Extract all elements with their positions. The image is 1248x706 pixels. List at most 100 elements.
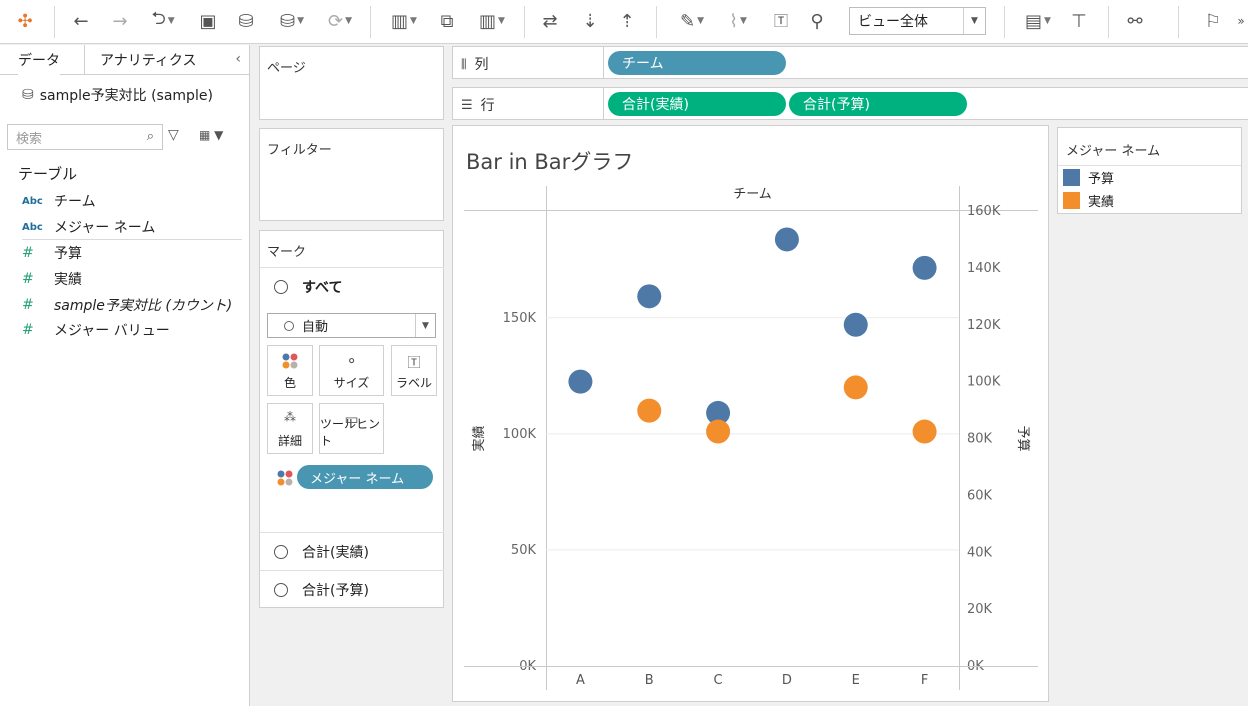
refresh-icon[interactable]: ⟳ ▼ <box>318 8 362 34</box>
section-title: テーブル <box>18 165 78 183</box>
rows-pill-budget[interactable]: 合計(予算) <box>789 92 967 116</box>
collapse-icon[interactable]: ‹ <box>235 51 241 67</box>
share-icon[interactable]: ⚯ <box>1122 8 1148 34</box>
chevron-down-icon: ▼ <box>963 8 985 34</box>
replay-icon[interactable]: ⮌ ▼ <box>143 8 183 34</box>
tab-data[interactable]: データ <box>18 45 60 75</box>
show-me-icon[interactable]: ⚐ <box>1200 8 1226 34</box>
field-measure[interactable]: # 予算 <box>22 242 82 264</box>
data-point <box>568 369 593 394</box>
field-measure[interactable]: # 実績 <box>22 268 82 290</box>
detail-icon: ⁂ <box>284 410 296 424</box>
view-fit-select[interactable]: ビュー全体 ▼ <box>849 7 986 35</box>
data-point <box>843 375 868 400</box>
field-measure[interactable]: # sample予実対比 (カウント) <box>22 294 232 316</box>
pin-icon[interactable]: ⚲ <box>804 8 830 34</box>
label-icon[interactable]: 🅃 <box>768 8 794 34</box>
color-pill[interactable]: メジャー ネーム <box>297 465 433 489</box>
list-view-icon[interactable]: ▦ ▼ <box>199 128 223 142</box>
highlight-icon[interactable]: ✎ ▼ <box>672 8 712 34</box>
rows-pill-actual[interactable]: 合計(実績) <box>608 92 786 116</box>
data-point <box>912 419 937 444</box>
filters-card[interactable]: フィルター <box>259 128 444 221</box>
label-icon: 🅃 <box>407 356 421 371</box>
circle-mark-icon <box>284 320 294 331</box>
columns-pill-team[interactable]: チーム <box>608 51 786 75</box>
pause-update-icon[interactable]: ⛁ ▼ <box>270 8 314 34</box>
datasource-item[interactable]: ⛁ sample予実対比 (sample) <box>22 85 213 105</box>
color-button[interactable]: 色 <box>267 345 313 396</box>
right-tick-label: 140K <box>967 261 1001 276</box>
marks-measure-row[interactable]: 合計(予算) <box>260 570 444 608</box>
undo-icon[interactable]: ← <box>68 8 94 34</box>
tooltip-icon: ▭ <box>344 410 359 428</box>
right-tick-label: 20K <box>967 602 993 617</box>
chart: チーム0K50K100K150K0K20K40K60K80K100K120K14… <box>464 186 1038 690</box>
chevron-down-icon: ▼ <box>415 314 435 337</box>
new-datasource-icon[interactable]: ⛁ <box>233 8 259 34</box>
x-tick-label: B <box>645 673 654 688</box>
presentation-icon[interactable]: ⊤ <box>1066 8 1092 34</box>
color-legend: メジャー ネーム 予算 実績 <box>1057 127 1242 214</box>
new-worksheet-icon[interactable]: ▥ ▼ <box>382 8 426 34</box>
legend-item-budget[interactable]: 予算 <box>1063 168 1114 187</box>
right-tick-label: 40K <box>967 545 993 560</box>
field-dimension[interactable]: Abc チーム <box>22 190 96 212</box>
x-tick-label: F <box>921 673 928 688</box>
left-tick-label: 100K <box>503 427 537 442</box>
tooltip-button[interactable]: ▭ ツールヒント <box>319 403 384 454</box>
data-point <box>843 312 868 337</box>
duplicate-icon[interactable]: ⧉ <box>434 8 460 34</box>
data-point <box>637 398 662 423</box>
sort-descending-icon[interactable]: ⇡ <box>614 8 640 34</box>
x-tick-label: A <box>576 673 585 688</box>
rows-shelf[interactable]: ☰ 行 合計(実績) 合計(予算) <box>452 87 1248 120</box>
column-header: チーム <box>733 187 772 202</box>
x-tick-label: D <box>782 673 792 688</box>
clear-sheet-icon[interactable]: ▥ ▼ <box>470 8 514 34</box>
tab-analytics[interactable]: アナリティクス <box>100 45 196 75</box>
mark-type-select[interactable]: 自動 ▼ <box>267 313 436 338</box>
datasource-icon: ⛁ <box>22 87 34 103</box>
x-tick-label: C <box>714 673 723 688</box>
left-axis-title: 実績 <box>471 425 487 451</box>
size-icon: ⚬ <box>345 352 358 370</box>
data-pane-tabs: データ アナリティクス ‹ <box>0 45 249 75</box>
swap-icon[interactable]: ⇄ <box>537 8 563 34</box>
overflow-icon[interactable]: » <box>1234 8 1248 34</box>
field-dimension[interactable]: Abc メジャー ネーム <box>22 216 155 238</box>
marks-all-row[interactable]: すべて <box>260 267 444 305</box>
rows-icon: ☰ <box>461 97 473 113</box>
toolbar: ✣ ← → ⮌ ▼ ▣ ⛁ ⛁ ▼ ⟳ ▼ ▥ ▼ ⧉ ▥ ▼ ⇄ ⇣ ⇡ ✎ ▼ ⌇ ▼ 🅃… <box>0 0 1248 44</box>
size-button[interactable]: ⚬ サイズ <box>319 345 384 396</box>
detail-button[interactable]: ⁂ 詳細 <box>267 403 313 454</box>
x-tick-label: E <box>852 673 860 688</box>
tableau-logo-icon[interactable]: ✣ <box>12 8 38 34</box>
field-measure[interactable]: # メジャー バリュー <box>22 319 170 341</box>
group-icon[interactable]: ⌇ ▼ <box>718 8 758 34</box>
right-tick-label: 160K <box>967 204 1001 219</box>
right-tick-label: 80K <box>967 432 993 447</box>
color-encoding-icon <box>277 470 293 486</box>
right-tick-label: 100K <box>967 375 1001 390</box>
left-tick-label: 50K <box>511 543 537 558</box>
save-icon[interactable]: ▣ <box>195 8 221 34</box>
show-cards-icon[interactable]: ▤ ▼ <box>1016 8 1060 34</box>
legend-item-actual[interactable]: 実績 <box>1063 191 1114 210</box>
sort-ascending-icon[interactable]: ⇣ <box>577 8 603 34</box>
columns-shelf[interactable]: ⫼ 列 チーム <box>452 46 1248 79</box>
data-point <box>637 284 662 309</box>
redo-icon[interactable]: → <box>107 8 133 34</box>
marks-all-icon <box>274 279 288 294</box>
circle-mark-icon <box>274 582 288 597</box>
data-point <box>912 255 937 280</box>
search-input[interactable]: 検索 ⌕ <box>7 124 163 150</box>
filter-icon[interactable]: ▽ <box>168 127 179 143</box>
view-canvas[interactable]: Bar in Barグラフ チーム 0K 50K 100K 150K 0K 20K 40K 60… <box>452 125 1049 702</box>
label-button[interactable]: 🅃 ラベル <box>391 345 437 396</box>
color-icon <box>268 352 312 374</box>
legend-swatch <box>1063 169 1080 186</box>
marks-measure-row[interactable]: 合計(実績) <box>260 532 444 570</box>
right-tick-label: 120K <box>967 318 1001 333</box>
pages-card[interactable]: ページ <box>259 46 444 120</box>
